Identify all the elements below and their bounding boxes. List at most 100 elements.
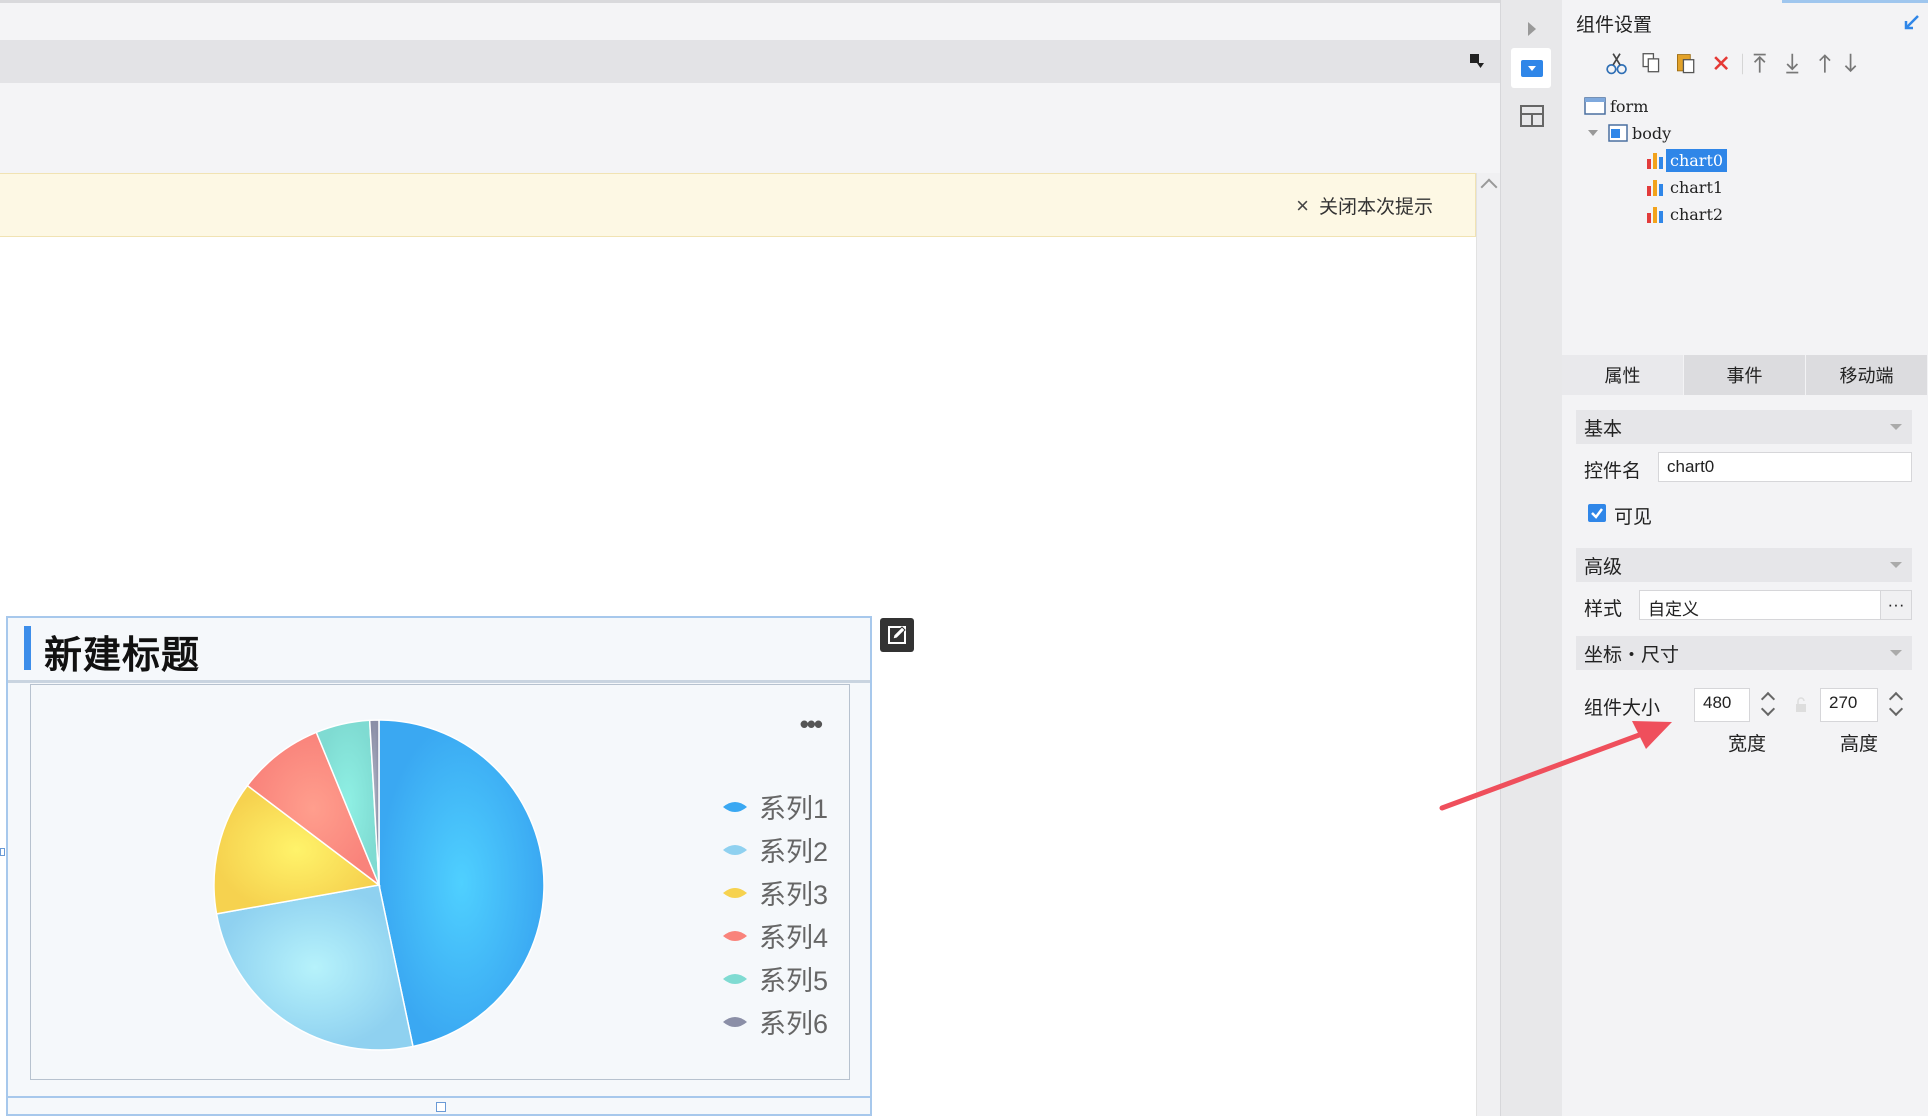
notice-bar: × 关闭本次提示 [0, 173, 1476, 237]
section-advanced[interactable]: 高级 [1576, 548, 1912, 582]
visible-checkbox[interactable] [1588, 504, 1606, 522]
cut-icon[interactable] [1606, 53, 1627, 75]
tab-properties[interactable]: 属性 [1562, 355, 1684, 395]
style-more-button[interactable]: ··· [1880, 590, 1912, 620]
check-icon [1591, 508, 1603, 519]
component-settings-tab[interactable] [1511, 48, 1551, 88]
legend-marker [723, 1016, 747, 1027]
legend-item[interactable]: 系列6 [721, 1000, 828, 1043]
tree-node-chart1[interactable]: chart1 [1644, 175, 1727, 199]
legend-marker [723, 930, 747, 941]
height-stepper[interactable] [1888, 688, 1904, 722]
tree-node-label: chart1 [1670, 177, 1724, 197]
widget-bottom-border [8, 1096, 870, 1098]
pie-chart [213, 719, 545, 1051]
tree-toolbar [1606, 53, 1857, 75]
section-position-size[interactable]: 坐标・尺寸 [1576, 636, 1912, 670]
legend-item[interactable]: 系列3 [721, 871, 828, 914]
component-settings-panel: 组件设置 form body chart0 chart1 chart2 属性 事… [1562, 0, 1928, 1116]
legend-item[interactable]: 系列1 [721, 785, 828, 828]
copy-icon[interactable] [1642, 53, 1660, 73]
layout-icon[interactable] [1519, 104, 1545, 128]
chart-widget[interactable]: 新建标题 ••• 系列1 系列2 系列3 系列4 系列5 系列6 [6, 616, 872, 1116]
pie-slice-1[interactable] [378, 719, 545, 1048]
legend-item[interactable]: 系列4 [721, 914, 828, 957]
close-notice-button[interactable]: × 关闭本次提示 [1296, 192, 1433, 219]
panel-title: 组件设置 [1576, 15, 1653, 36]
pin-icon[interactable] [1468, 52, 1486, 70]
tree-node-chart2[interactable]: chart2 [1644, 202, 1727, 226]
height-input[interactable]: 270 [1820, 688, 1878, 722]
section-position-size-label: 坐标・尺寸 [1584, 644, 1680, 666]
canvas-toolbar [0, 40, 1500, 83]
section-basic[interactable]: 基本 [1576, 410, 1912, 444]
title-accent [24, 626, 31, 670]
body-icon [1608, 124, 1628, 142]
tree-collapse-icon[interactable] [1588, 130, 1598, 136]
chart-icon [1647, 207, 1663, 223]
move-up-icon[interactable] [1819, 54, 1831, 73]
width-stepper[interactable] [1760, 688, 1776, 722]
chevron-down-icon[interactable] [1890, 650, 1902, 656]
control-name-input[interactable]: chart0 [1658, 452, 1912, 482]
chevron-down-icon[interactable] [1890, 562, 1902, 568]
visible-label: 可见 [1614, 507, 1653, 528]
close-icon[interactable]: × [1296, 194, 1309, 217]
tree-node-body[interactable]: body [1588, 121, 1675, 145]
tree-node-form[interactable]: form [1584, 94, 1652, 118]
tree-node-label: chart0 [1666, 148, 1728, 172]
expand-arrow-icon[interactable] [1528, 22, 1536, 36]
move-down-icon[interactable] [1844, 53, 1857, 73]
side-icon-strip [1500, 0, 1562, 1116]
style-input[interactable]: 自定义 [1639, 590, 1881, 620]
legend-label: 系列4 [759, 923, 829, 953]
tree-node-label: chart2 [1670, 204, 1724, 224]
legend-label: 系列5 [759, 966, 829, 996]
legend-marker [723, 844, 747, 855]
legend-item[interactable]: 系列2 [721, 828, 828, 871]
legend-item[interactable]: 系列5 [721, 957, 828, 1000]
tab-mobile[interactable]: 移动端 [1806, 355, 1928, 395]
move-top-icon[interactable] [1753, 53, 1766, 73]
tree-node-label: body [1632, 123, 1672, 143]
width-input[interactable]: 480 [1694, 688, 1750, 722]
close-notice-label: 关闭本次提示 [1318, 197, 1433, 218]
annotation-arrow [1439, 721, 1672, 811]
chart-area: ••• 系列1 系列2 系列3 系列4 系列5 系列6 [30, 684, 850, 1080]
edit-widget-button[interactable] [880, 618, 914, 652]
delete-icon[interactable] [1714, 56, 1729, 71]
scroll-up-icon[interactable] [1480, 178, 1498, 196]
settings-tabs: 属性 事件 移动端 [1562, 355, 1928, 395]
component-settings-icon[interactable] [1511, 48, 1551, 88]
legend-marker [723, 887, 747, 898]
section-advanced-label: 高级 [1584, 556, 1623, 578]
widget-title: 新建标题 [44, 635, 201, 677]
legend-marker [723, 801, 747, 812]
chart-icon [1647, 153, 1663, 169]
width-label: 宽度 [1728, 734, 1767, 755]
control-name-label: 控件名 [1584, 461, 1642, 482]
resize-handle-bottom[interactable] [436, 1102, 446, 1112]
legend-label: 系列6 [759, 1009, 829, 1039]
canvas-header-area [0, 83, 1500, 173]
move-bottom-icon[interactable] [1786, 53, 1799, 74]
chart-icon [1647, 180, 1663, 196]
legend-marker [723, 973, 747, 984]
pie-slice-2[interactable] [215, 884, 414, 1051]
legend-label: 系列1 [759, 794, 829, 824]
edit-icon[interactable] [880, 618, 914, 652]
section-basic-label: 基本 [1584, 418, 1623, 440]
tree-node-label: form [1610, 96, 1649, 116]
chart-legend: 系列1 系列2 系列3 系列4 系列5 系列6 [721, 785, 828, 1043]
collapse-panel-icon[interactable] [1902, 12, 1922, 32]
resize-handle-left[interactable] [0, 848, 5, 856]
lock-icon[interactable] [1794, 697, 1808, 713]
panel-top-accent [1782, 0, 1928, 3]
tree-node-chart0[interactable]: chart0 [1644, 148, 1728, 172]
paste-icon[interactable] [1676, 54, 1695, 74]
more-options-button[interactable]: ••• [800, 711, 823, 737]
vertical-scrollbar[interactable] [1476, 173, 1500, 1116]
tab-events[interactable]: 事件 [1684, 355, 1806, 395]
chevron-down-icon[interactable] [1890, 424, 1902, 430]
legend-label: 系列2 [759, 837, 829, 867]
